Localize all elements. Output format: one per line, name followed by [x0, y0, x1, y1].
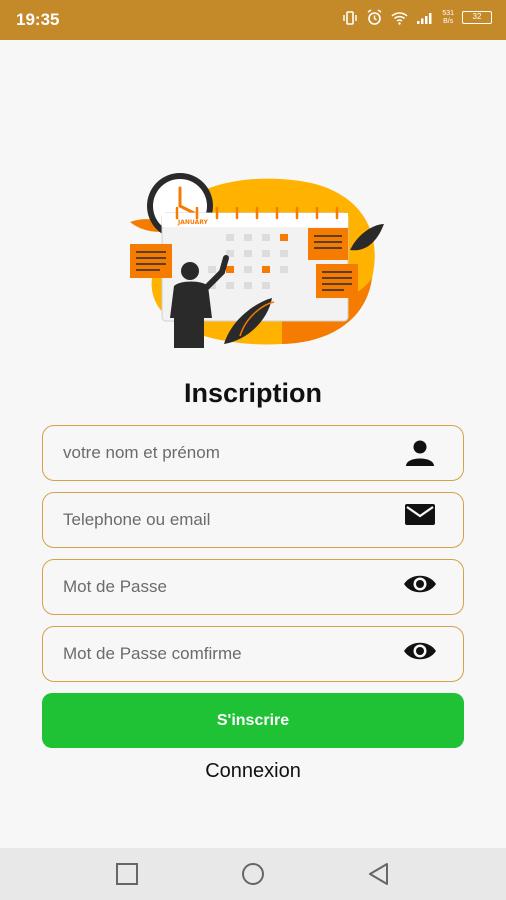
phone-email-field[interactable] [42, 492, 464, 548]
page-title: Inscription [183, 378, 322, 408]
password-field[interactable] [42, 559, 464, 615]
status-time: 19:35 [16, 10, 60, 29]
back-icon[interactable] [366, 862, 392, 886]
confirm-password-input[interactable] [63, 627, 383, 680]
login-link[interactable]: Connexion [0, 760, 506, 783]
status-icons: 531 B/s 32 [342, 9, 492, 26]
svg-text:JANUARY: JANUARY [177, 219, 209, 226]
person-icon [406, 440, 434, 466]
name-field[interactable] [42, 425, 464, 481]
recent-apps-icon[interactable] [114, 862, 140, 886]
alarm-icon [367, 9, 382, 25]
wifi-icon [391, 11, 408, 25]
eye-icon[interactable] [403, 570, 437, 598]
nav-bar [0, 848, 506, 900]
name-input[interactable] [63, 426, 383, 479]
network-speed: 531 B/s [442, 9, 454, 25]
signal-icon [417, 12, 432, 24]
signup-button[interactable]: S'inscrire [42, 693, 464, 748]
mail-icon [405, 504, 435, 525]
calendar-illustration: JANUARY [130, 173, 384, 348]
phone-email-input[interactable] [63, 493, 383, 546]
confirm-password-field[interactable] [42, 626, 464, 682]
battery-icon: 32 [462, 11, 492, 24]
status-bar: 19:35 531 B/s 32 [0, 0, 506, 40]
password-input[interactable] [63, 560, 383, 613]
home-icon[interactable] [240, 862, 266, 886]
vibrate-icon [343, 10, 358, 25]
eye-icon[interactable] [403, 637, 437, 665]
